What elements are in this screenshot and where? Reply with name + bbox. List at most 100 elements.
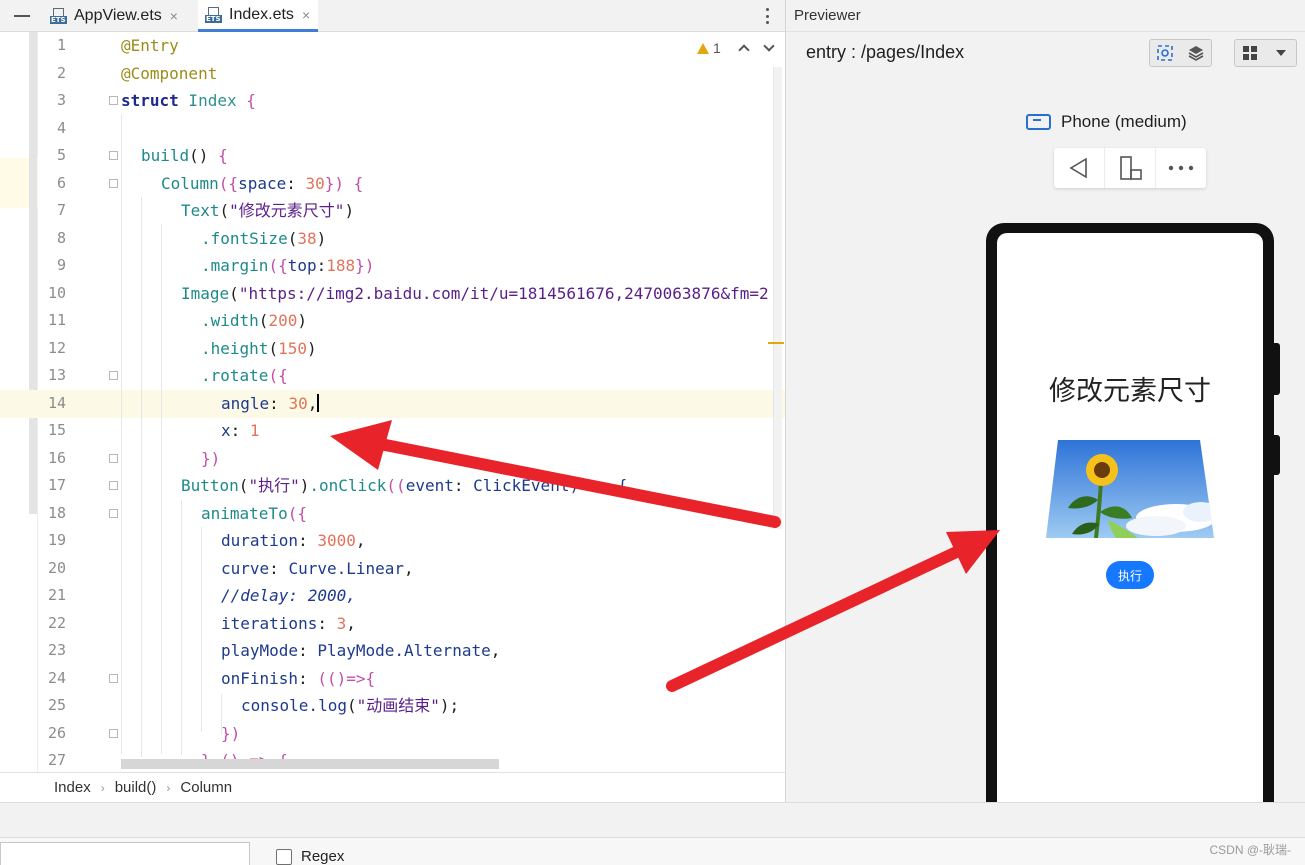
device-toolbar: [1054, 148, 1206, 188]
fold-marker-icon[interactable]: [109, 674, 118, 683]
code-line: //delay: 2000,: [221, 586, 356, 605]
line-number: 10: [47, 283, 66, 302]
chevron-right-icon: ›: [166, 780, 171, 795]
previewer-title: Previewer: [794, 7, 861, 24]
line-number: 11: [47, 311, 66, 329]
code-line: x: 1: [221, 421, 260, 440]
close-icon[interactable]: ×: [302, 7, 310, 23]
device-selector[interactable]: Phone (medium): [1026, 112, 1187, 132]
code-line: .fontSize(38): [201, 228, 327, 248]
code-line: curve: Curve.Linear,: [221, 558, 414, 578]
code-line: Text("修改元素尺寸"): [181, 201, 355, 220]
line-number: 13: [47, 366, 66, 384]
line-number: 24: [47, 668, 66, 687]
line-number: 16: [47, 448, 66, 467]
code-line: .height(150): [201, 338, 317, 358]
previewer-header: Previewer: [786, 0, 1305, 32]
line-number: 27: [47, 751, 66, 769]
phone-frame: 修改元素尺寸 执行: [986, 223, 1280, 802]
volume-button: [1274, 343, 1280, 395]
fold-marker-icon[interactable]: [109, 454, 118, 463]
more-icon[interactable]: [1156, 148, 1206, 188]
tab-label: AppView.ets: [74, 7, 162, 24]
find-bar: Regex: [0, 837, 1305, 865]
code-editor[interactable]: 1 2 3 4 5 6 7 8 9 10 11 12 13 14 15 16 1…: [0, 32, 785, 772]
fold-marker-icon[interactable]: [109, 729, 118, 738]
previous-highlight-icon[interactable]: [738, 44, 750, 56]
tab-label: Index.ets: [229, 5, 294, 23]
line-number: 4: [56, 118, 66, 137]
status-bar: [0, 802, 1305, 837]
regex-option[interactable]: Regex: [276, 848, 344, 865]
breadcrumb-item[interactable]: build(): [115, 779, 157, 796]
code-line: iterations: 3,: [221, 613, 356, 633]
tab-appview[interactable]: ETS AppView.ets ×: [50, 0, 178, 32]
grid-icon: [1235, 40, 1266, 66]
current-line-highlight: [0, 390, 785, 418]
layers-icon[interactable]: [1181, 40, 1212, 66]
execute-button[interactable]: 执行: [1106, 561, 1154, 589]
fold-marker-icon[interactable]: [109, 179, 118, 188]
code-line: duration: 3000,: [221, 531, 366, 550]
line-number: 26: [47, 723, 66, 742]
left-scrollbar[interactable]: [29, 32, 37, 514]
line-number: 14: [47, 393, 66, 412]
breadcrumb-item[interactable]: Index: [54, 779, 91, 796]
line-number: 2: [56, 63, 66, 82]
minimize-icon[interactable]: [14, 15, 30, 17]
line-number: 17: [47, 476, 66, 494]
code-line: Button("执行").onClick((event: ClickEvent)…: [181, 476, 628, 495]
code-line: playMode: PlayMode.Alternate,: [221, 641, 501, 660]
sunflower-image: [1046, 440, 1214, 538]
line-number: 20: [47, 558, 66, 577]
more-options-icon[interactable]: [766, 8, 770, 24]
code-line: @Entry: [121, 36, 179, 55]
code-line: Column({space: 30}) {: [161, 173, 364, 193]
tab-index[interactable]: ETS Index.ets ×: [198, 0, 319, 32]
power-button: [1274, 435, 1280, 475]
next-highlight-icon[interactable]: [763, 40, 775, 52]
breadcrumb: Index › build() › Column: [0, 772, 785, 802]
page-route: entry : /pages/Index: [806, 42, 965, 62]
warning-indicator[interactable]: 1: [697, 40, 721, 56]
fold-marker-icon[interactable]: [109, 371, 118, 380]
ets-file-icon: ETS: [205, 6, 223, 23]
chevron-right-icon: ›: [100, 780, 105, 795]
multi-device-dropdown[interactable]: [1234, 39, 1297, 67]
chevron-down-icon: [1266, 40, 1297, 66]
warning-stripe-marker[interactable]: [768, 342, 784, 344]
line-number: 3: [56, 91, 66, 109]
horizontal-scrollbar[interactable]: [121, 759, 499, 769]
regex-checkbox[interactable]: [276, 848, 292, 865]
ets-file-icon: ETS: [50, 8, 68, 24]
text-cursor: [317, 393, 320, 412]
vertical-scrollbar[interactable]: [773, 67, 782, 529]
code-line: @Component: [121, 63, 218, 83]
rotate-device-icon[interactable]: [1105, 148, 1156, 188]
line-number: 18: [47, 503, 66, 522]
line-number: 21: [47, 586, 66, 604]
line-number: 9: [56, 256, 66, 274]
search-input[interactable]: [0, 842, 250, 865]
code-line: Image("https://img2.baidu.com/it/u=18145…: [181, 283, 769, 303]
code-line: struct Index {: [121, 91, 256, 110]
fold-marker-icon[interactable]: [109, 96, 118, 105]
fold-marker-icon[interactable]: [109, 481, 118, 490]
device-name: Phone (medium): [1061, 112, 1187, 131]
editor-tab-bar: ETS AppView.ets × ETS Index.ets ×: [0, 0, 785, 32]
code-line: animateTo({: [201, 503, 307, 523]
inspector-icon[interactable]: [1150, 40, 1181, 66]
fold-marker-icon[interactable]: [109, 151, 118, 160]
fold-marker-icon[interactable]: [109, 509, 118, 518]
back-icon[interactable]: [1054, 148, 1105, 188]
breadcrumb-item[interactable]: Column: [180, 779, 232, 796]
close-icon[interactable]: ×: [170, 8, 178, 24]
code-line: build() {: [141, 146, 228, 165]
device-icon: [1026, 114, 1051, 130]
watermark: CSDN @-耿瑞-: [1209, 843, 1291, 857]
code-line: .margin({top:188}): [201, 256, 375, 275]
line-number: 8: [56, 228, 66, 247]
code-line: angle: 30,: [221, 393, 320, 413]
line-number: 5: [56, 146, 66, 164]
app-title-text: 修改元素尺寸: [1049, 376, 1211, 406]
